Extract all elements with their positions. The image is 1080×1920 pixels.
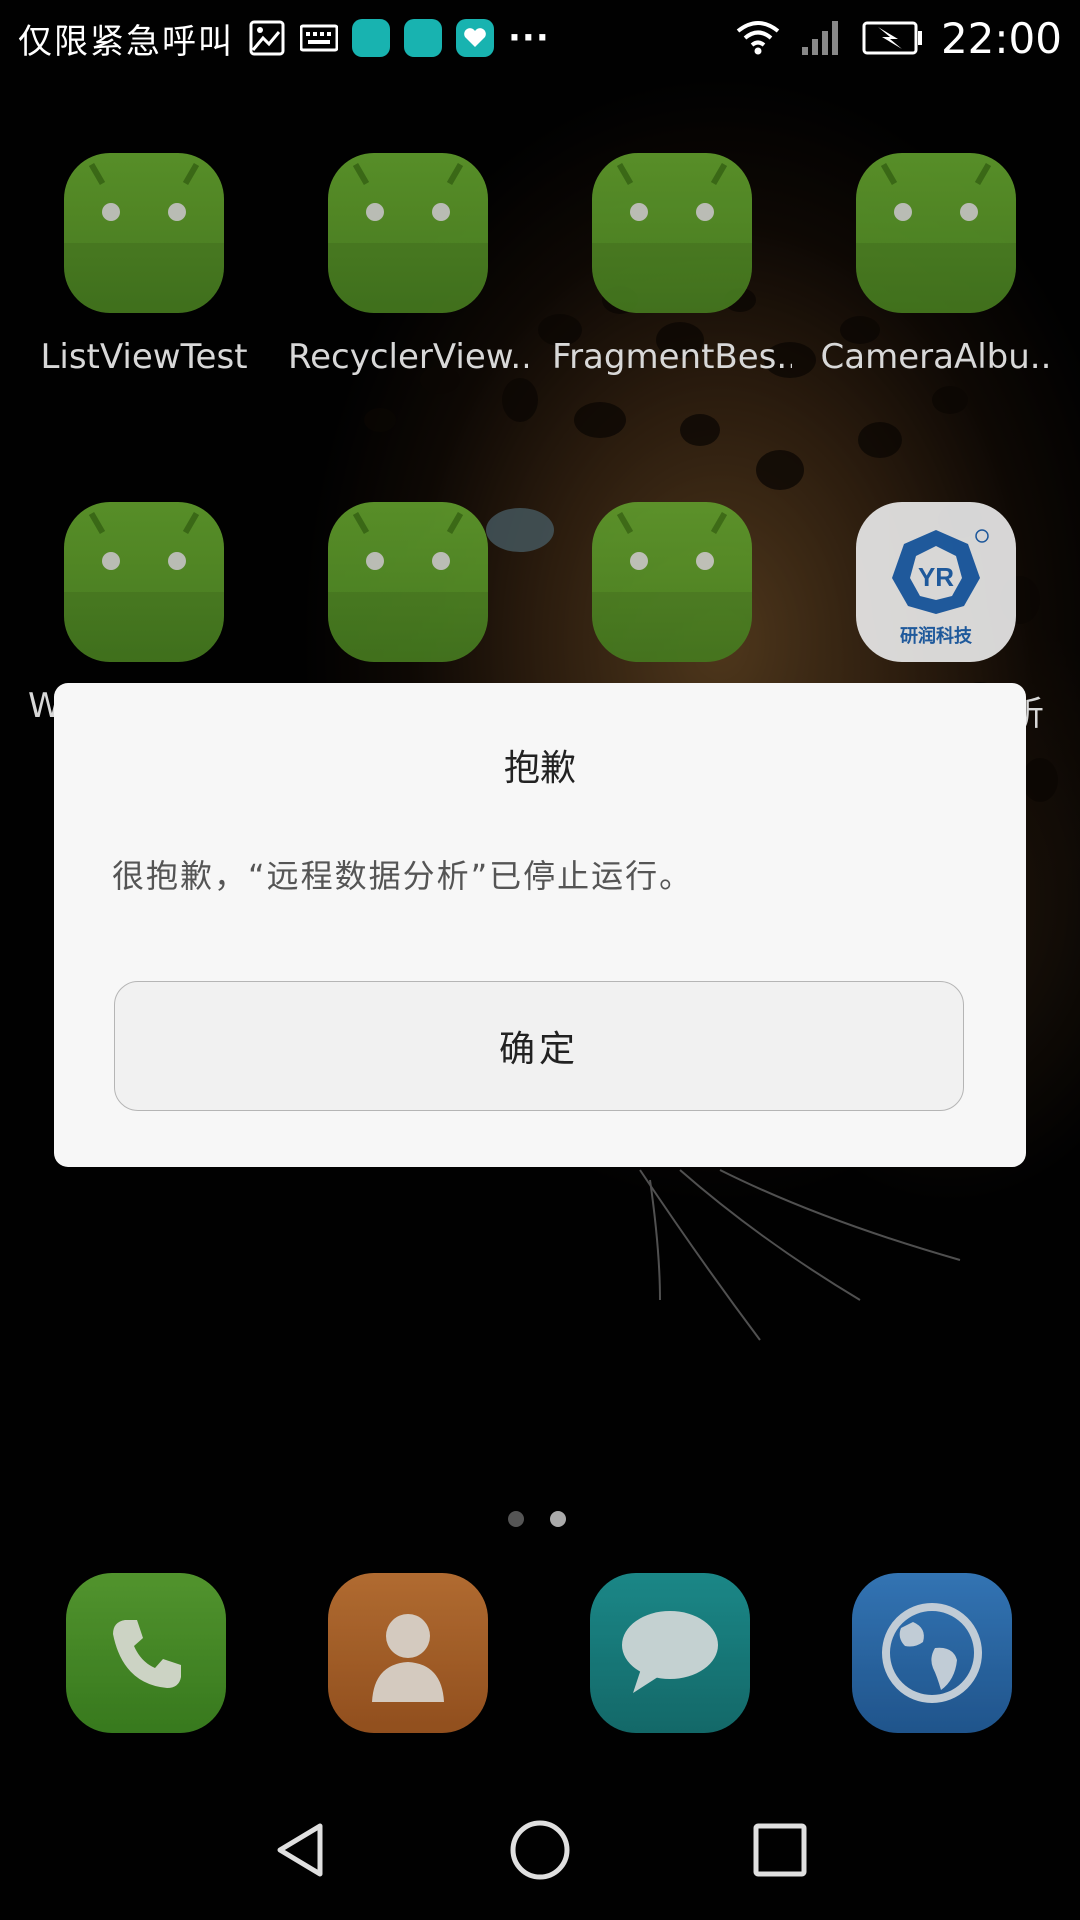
messages-icon[interactable] [590,1573,750,1733]
android-icon [328,153,488,313]
android-icon [64,153,224,313]
app-fragmentbest[interactable]: FragmentBes.. [552,153,792,377]
yr-logo-text: YR [918,562,954,592]
app-cameraalbum[interactable]: CameraAlbu.. [816,153,1056,377]
app-label: RecyclerView.. [288,337,528,377]
yr-company-text: 研润科技 [900,625,973,647]
android-icon [856,153,1016,313]
app-android-2[interactable] [288,502,528,662]
app-recyclerview[interactable]: RecyclerView.. [288,153,528,377]
android-icon [64,502,224,662]
android-icon [592,153,752,313]
recents-icon[interactable] [740,1810,820,1890]
status-bar: 仅限紧急呼叫 ··· 22:00 [0,0,1080,76]
signal-icon [799,19,845,57]
app-stopped-dialog: 抱歉 很抱歉，“远程数据分析”已停止运行。 确定 [54,683,1026,1167]
image-icon [248,19,286,57]
dialog-title: 抱歉 [503,748,576,789]
android-icon [328,502,488,662]
battery-charging-icon [861,19,925,57]
navigation-bar [0,1780,1080,1920]
browser-icon[interactable] [852,1573,1012,1733]
contacts-icon[interactable] [328,1573,488,1733]
app-label: ListViewTest [40,337,248,377]
more-notifications-icon: ··· [508,18,550,58]
health-app-icon [456,19,494,57]
yanrun-logo-icon: YR 研润科技 [856,502,1016,662]
clock: 22:00 [940,13,1062,63]
page-dot-active[interactable] [550,1511,566,1527]
app-listviewtest[interactable]: ListViewTest [24,153,264,377]
dialog-message: 很抱歉，“远程数据分析”已停止运行。 [112,857,694,895]
app-android-3[interactable] [552,502,792,662]
app-label: CameraAlbu.. [820,337,1052,377]
ok-button[interactable]: 确定 [114,981,964,1111]
page-indicator [508,1511,566,1527]
huawei-app-icon [404,19,442,57]
back-icon[interactable] [260,1810,340,1890]
android-icon [592,502,752,662]
app-label: FragmentBes.. [552,337,792,377]
home-icon[interactable] [500,1810,580,1890]
page-dot[interactable] [508,1511,524,1527]
phone-icon[interactable] [66,1573,226,1733]
huawei-app-icon [352,19,390,57]
carrier-text: 仅限紧急呼叫 [18,21,234,62]
wifi-icon [733,19,783,57]
keyboard-icon [300,19,338,57]
